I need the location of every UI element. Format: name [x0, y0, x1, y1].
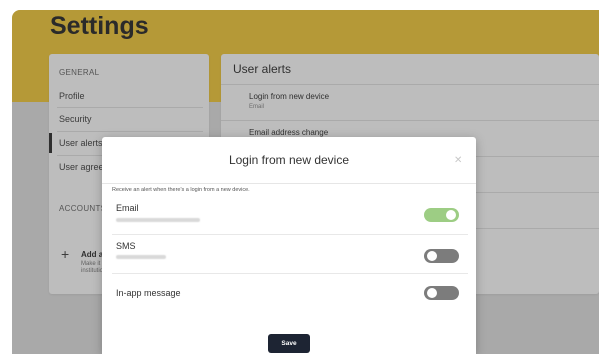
toggle-knob [427, 288, 437, 298]
save-button[interactable]: Save [268, 334, 310, 353]
option-email-label: Email [116, 203, 139, 213]
alert-settings-dialog: Login from new device ✕ Receive an alert… [102, 137, 476, 354]
option-divider [112, 273, 468, 274]
option-sms-value-redacted [116, 255, 166, 259]
toggle-knob [427, 251, 437, 261]
option-in-app-label: In-app message [116, 288, 181, 298]
toggle-knob [446, 210, 456, 220]
close-icon[interactable]: ✕ [454, 155, 462, 166]
option-sms-label: SMS [116, 241, 136, 251]
sms-toggle[interactable] [424, 249, 459, 263]
dialog-title: Login from new device [228, 153, 350, 167]
in-app-toggle[interactable] [424, 286, 459, 300]
option-email-value-redacted [116, 218, 200, 222]
option-divider [112, 234, 468, 235]
email-toggle[interactable] [424, 208, 459, 222]
dialog-description: Receive an alert when there's a login fr… [112, 187, 250, 193]
dialog-divider [102, 183, 476, 184]
